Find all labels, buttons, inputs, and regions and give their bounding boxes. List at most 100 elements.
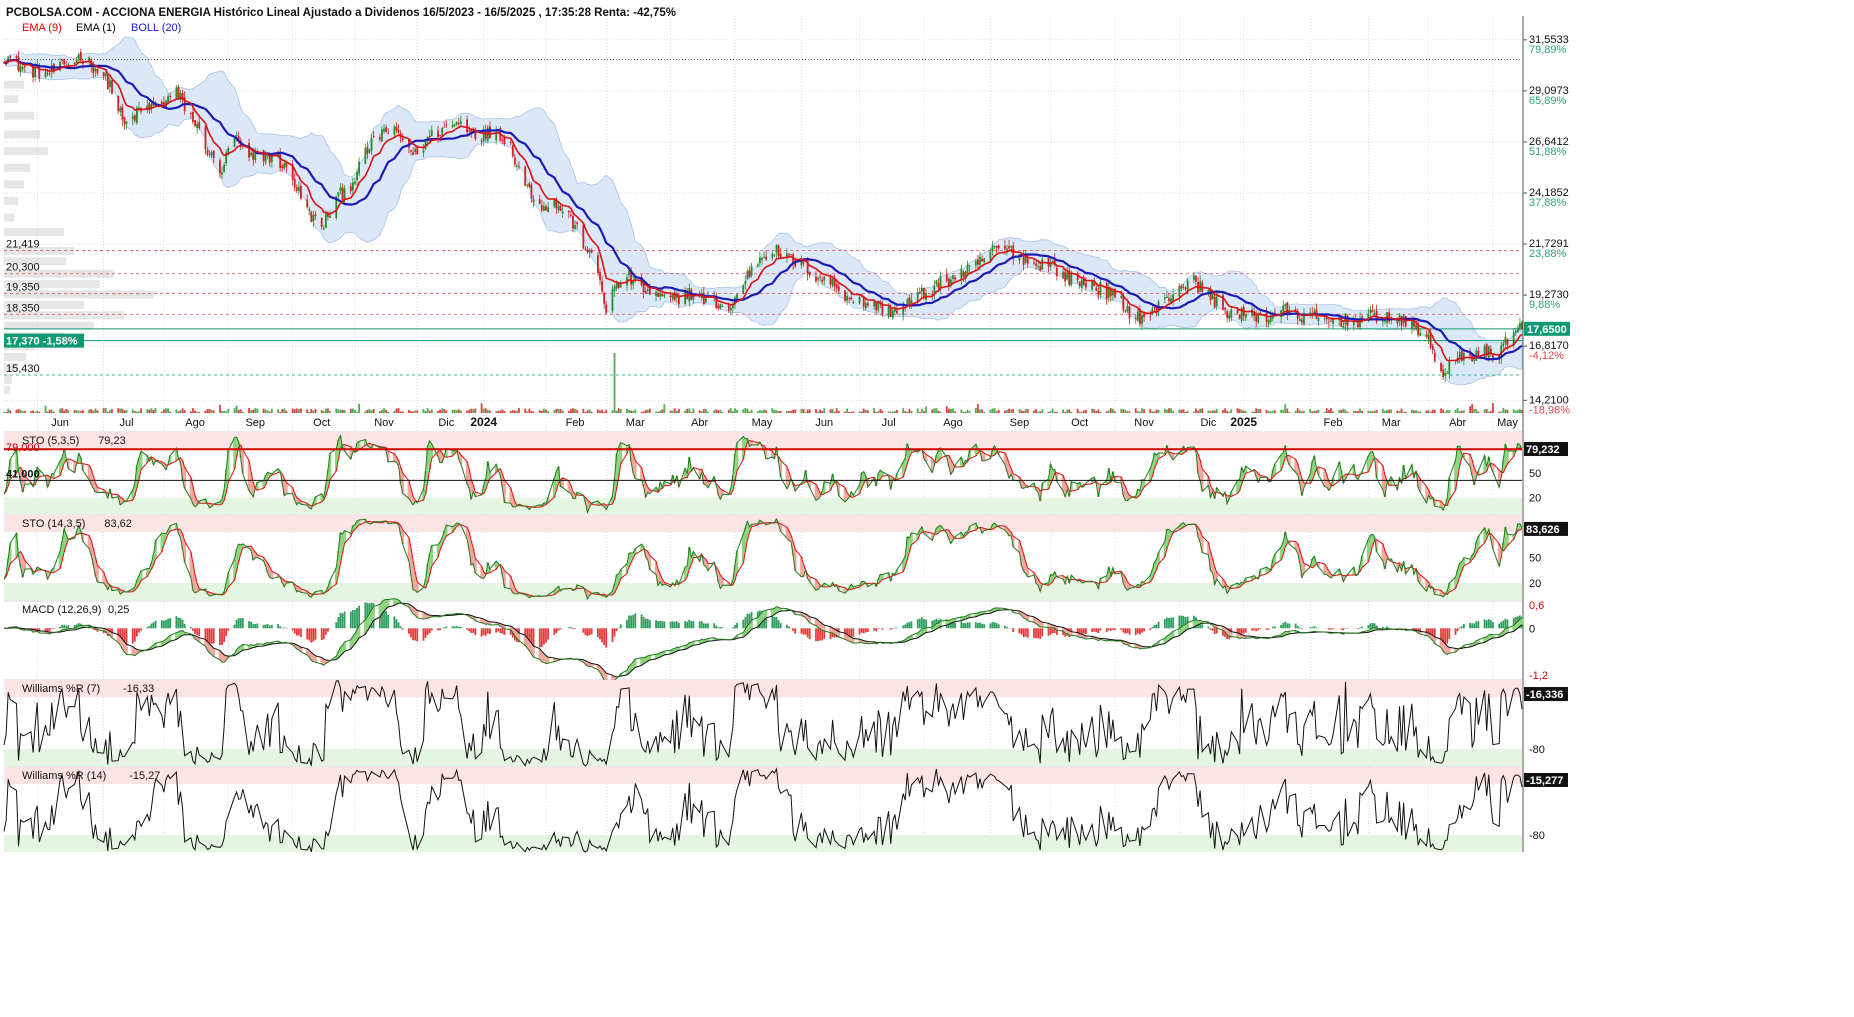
- volume-bar: [917, 408, 919, 413]
- macd-histogram-bar: [180, 618, 182, 628]
- volume-bar: [1430, 412, 1432, 413]
- macd-histogram-bar: [801, 628, 803, 633]
- macd-histogram-bar: [1081, 628, 1083, 634]
- level-line-label: 18,350: [6, 302, 40, 314]
- macd-histogram-bar: [1507, 620, 1509, 629]
- macd-histogram-bar: [568, 627, 570, 628]
- macd-histogram-bar: [1172, 617, 1174, 628]
- macd-histogram-bar: [497, 628, 499, 631]
- macd-histogram-bar: [894, 628, 896, 629]
- volume-bar: [1376, 410, 1378, 413]
- macd-histogram-bar: [684, 621, 686, 628]
- macd-histogram-bar: [634, 613, 636, 628]
- candle-body: [1415, 324, 1417, 329]
- volume-bar: [935, 408, 937, 413]
- volume-bar: [1477, 411, 1479, 413]
- volume-bar: [1251, 412, 1253, 413]
- candle-body: [495, 130, 497, 140]
- candle-body: [1301, 320, 1303, 323]
- macd-histogram-bar: [1006, 627, 1008, 628]
- macd-histogram-bar: [1120, 628, 1122, 630]
- volume-bar: [1068, 409, 1070, 413]
- legend-ema1: EMA (1): [76, 22, 116, 34]
- volume-bar: [1432, 410, 1434, 413]
- candle-body: [441, 128, 443, 135]
- volume-bar: [1151, 411, 1153, 413]
- candle-body: [661, 294, 663, 296]
- volume-bar: [1475, 409, 1477, 413]
- x-tick-label: Jul: [119, 417, 133, 429]
- macd-histogram-bar: [690, 621, 692, 628]
- volume-bar: [1052, 409, 1054, 413]
- volume-bar: [605, 410, 607, 413]
- macd-histogram-bar: [558, 628, 560, 630]
- volume-bar: [209, 409, 211, 413]
- candle-body: [429, 136, 431, 137]
- volume-profile-bar: [4, 164, 30, 172]
- candle-body: [1168, 298, 1170, 301]
- macd-histogram-bar: [657, 621, 659, 628]
- macd-histogram-bar: [906, 622, 908, 628]
- volume-bar: [560, 409, 562, 413]
- candle-body: [1245, 314, 1247, 317]
- candle-body: [1097, 291, 1099, 295]
- volume-bar: [1170, 408, 1172, 413]
- candle-body: [1062, 272, 1064, 279]
- volume-bar: [1295, 411, 1297, 413]
- volume-bar: [381, 410, 383, 413]
- candle-body: [1079, 282, 1081, 286]
- macd-histogram-bar: [1280, 625, 1282, 628]
- volume-bar: [923, 411, 925, 413]
- volume-bar: [1149, 409, 1151, 413]
- macd-histogram-bar: [1475, 621, 1477, 628]
- candle-body: [1135, 318, 1137, 319]
- volume-bar: [1139, 412, 1141, 413]
- volume-bar: [1455, 410, 1457, 413]
- volume-bar: [892, 412, 894, 413]
- volume-bar: [167, 408, 169, 413]
- candle-body: [1434, 353, 1436, 361]
- volume-bar: [965, 411, 967, 413]
- chart-container: 21,41920,30019,35018,35015,430JunJulAgoS…: [0, 0, 1854, 1012]
- candle-body: [603, 293, 605, 304]
- candle-body: [111, 80, 113, 93]
- volume-bar: [213, 410, 215, 413]
- macd-histogram-bar: [61, 625, 63, 628]
- volume-bar: [589, 409, 591, 413]
- candle-body: [589, 250, 591, 252]
- macd-histogram-bar: [998, 624, 1000, 628]
- macd-histogram-bar: [481, 628, 483, 636]
- volume-bar: [1097, 410, 1099, 413]
- candle-body: [1228, 316, 1230, 319]
- volume-bar: [396, 408, 398, 413]
- macd-histogram-bar: [977, 623, 979, 628]
- volume-bar: [678, 409, 680, 413]
- candle-body: [514, 158, 516, 165]
- candle-body: [308, 209, 310, 210]
- volume-bar: [1280, 410, 1282, 413]
- candle-body: [501, 140, 503, 141]
- legend-ema9: EMA (9): [22, 22, 62, 34]
- macd-histogram-bar: [335, 622, 337, 628]
- candle-body: [1446, 373, 1448, 374]
- volume-bar: [439, 410, 441, 413]
- volume-bar: [356, 412, 358, 413]
- candle-body: [585, 248, 587, 250]
- candle-body: [994, 246, 996, 247]
- candle-body: [1343, 326, 1345, 327]
- volume-bar: [1390, 409, 1392, 413]
- macd-histogram-bar: [632, 615, 634, 629]
- volume-bar: [90, 409, 92, 413]
- volume-bar: [292, 408, 294, 413]
- volume-bar: [1245, 411, 1247, 413]
- macd-histogram-bar: [425, 628, 427, 637]
- macd-histogram-bar: [919, 619, 921, 629]
- macd-histogram-bar: [1357, 628, 1359, 629]
- macd-histogram-bar: [178, 618, 180, 629]
- volume-bar: [1382, 409, 1384, 413]
- volume-bar: [313, 410, 315, 413]
- panel-value: 83,62: [104, 518, 132, 530]
- volume-bar: [1440, 408, 1442, 413]
- macd-histogram-bar: [495, 628, 497, 632]
- macd-histogram-bar: [1050, 628, 1052, 634]
